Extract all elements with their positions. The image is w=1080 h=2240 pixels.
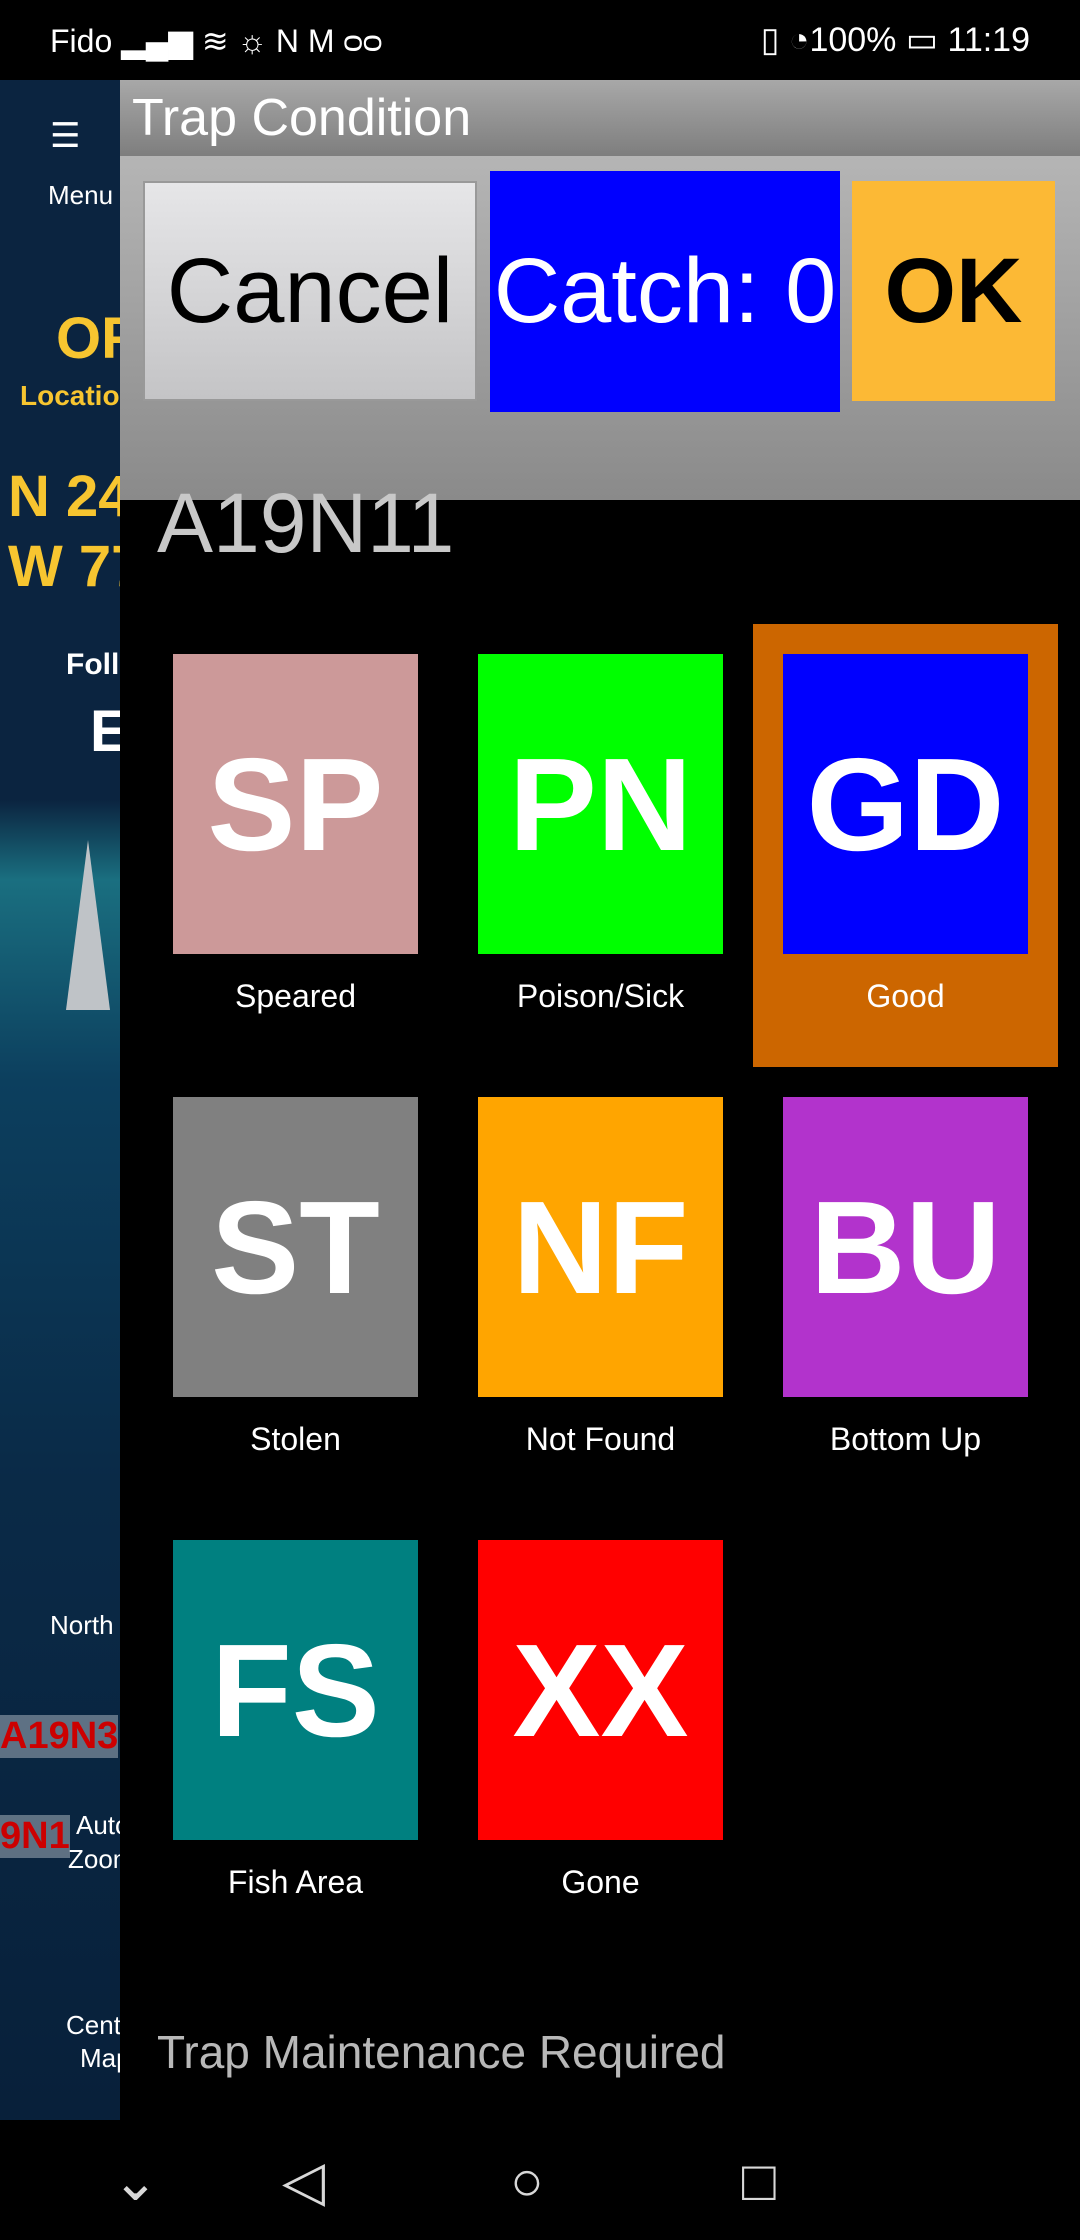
- vibrate-icon: ▯: [760, 21, 780, 59]
- status-text: OF: [56, 306, 120, 371]
- condition-fish-area-button[interactable]: FS: [173, 1540, 418, 1840]
- trap-maintenance-checkbox[interactable]: Trap Maintenance Required: [157, 2025, 726, 2079]
- back-icon[interactable]: ◁: [282, 2148, 325, 2214]
- signal-icon: ▂▄▆ ≋ ☼ N M ᴑᴑ: [121, 23, 383, 59]
- speed-icon: ◔: [788, 21, 810, 59]
- condition-label: Poison/Sick: [516, 978, 685, 1014]
- condition-bottom-up-button[interactable]: BU: [783, 1097, 1028, 1397]
- condition-gone-button[interactable]: XX: [478, 1540, 723, 1840]
- collapse-icon[interactable]: ⌄: [112, 2148, 159, 2214]
- menu-icon[interactable]: ☰: [50, 116, 80, 156]
- trap-condition-dialog: Trap Condition Cancel Catch: 0 OK A19N11…: [120, 80, 1080, 2120]
- position-arrow-icon: [66, 840, 110, 1010]
- latitude: N 24: [8, 464, 120, 529]
- catch-button[interactable]: Catch: 0: [490, 171, 840, 412]
- condition-label: Stolen: [250, 1421, 341, 1457]
- status-right: ▯ ◔100% ▭ 11:19: [760, 21, 1030, 59]
- condition-label: Gone: [561, 1864, 640, 1900]
- center-map-button[interactable]: Cent: [66, 2010, 120, 2041]
- condition-good-button[interactable]: GD: [783, 654, 1028, 954]
- trap-marker-label: 9N1: [0, 1815, 70, 1858]
- condition-speared-button[interactable]: SP: [173, 654, 418, 954]
- condition-stolen-button[interactable]: ST: [173, 1097, 418, 1397]
- condition-label: Good: [866, 978, 945, 1014]
- cancel-button[interactable]: Cancel: [143, 181, 477, 401]
- location-label: Locatio: [20, 380, 120, 411]
- follow-value: E: [90, 699, 120, 764]
- follow-label: Foll: [66, 648, 120, 681]
- auto-zoom-label: Zoom: [68, 1844, 120, 1874]
- north-up-button[interactable]: North: [50, 1610, 114, 1641]
- carrier: Fido ▂▄▆ ≋ ☼ N M ᴑᴑ: [50, 23, 383, 59]
- longitude: W 77: [8, 534, 120, 599]
- background-map-panel: ☰ Menu OF Locatio N 24 W 77 Foll E North…: [0, 80, 120, 2120]
- condition-label: Not Found: [525, 1421, 676, 1457]
- condition-not-found-button[interactable]: NF: [478, 1097, 723, 1397]
- battery-icon: ▭: [905, 21, 938, 59]
- center-map-label: Map: [80, 2043, 120, 2073]
- condition-label: Speared: [235, 978, 356, 1014]
- trap-id: A19N11: [157, 476, 455, 570]
- home-icon[interactable]: ○: [510, 2148, 544, 2213]
- navigation-bar: ⌄ ◁ ○ □: [0, 2120, 1080, 2240]
- auto-zoom-button[interactable]: Auto: [76, 1810, 120, 1841]
- recents-icon[interactable]: □: [742, 2148, 776, 2213]
- menu-label[interactable]: Menu: [48, 180, 113, 211]
- ok-button[interactable]: OK: [852, 181, 1055, 401]
- condition-label: Bottom Up: [829, 1421, 982, 1457]
- condition-label: Fish Area: [227, 1864, 364, 1900]
- trap-marker-label: A19N3: [0, 1715, 119, 1758]
- dialog-title: Trap Condition: [120, 80, 1080, 156]
- condition-poison-sick-button[interactable]: PN: [478, 654, 723, 954]
- status-bar: Fido ▂▄▆ ≋ ☼ N M ᴑᴑ ▯ ◔100% ▭ 11:19: [0, 0, 1080, 80]
